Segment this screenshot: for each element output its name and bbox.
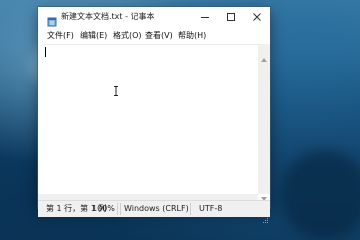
text-editor[interactable] xyxy=(44,44,258,195)
status-divider xyxy=(190,203,191,215)
notepad-window[interactable]: 新建文本文档.txt - 记事本 文件(F) 编辑(E) 格式(O) 查看(V)… xyxy=(38,7,270,223)
menu-help[interactable]: 帮助(H) xyxy=(178,31,206,41)
menu-file[interactable]: 文件(F) xyxy=(47,31,74,41)
close-icon xyxy=(252,12,262,22)
menu-bar: 文件(F) 编辑(E) 格式(O) 查看(V) 帮助(H) xyxy=(38,28,270,44)
vertical-scrollbar[interactable] xyxy=(258,44,270,201)
menu-view[interactable]: 查看(V) xyxy=(145,31,173,41)
minimize-button[interactable] xyxy=(192,7,218,27)
maximize-icon xyxy=(226,12,236,22)
notepad-icon xyxy=(47,12,57,27)
menu-format[interactable]: 格式(O) xyxy=(113,31,142,41)
desktop-shadow xyxy=(280,150,360,240)
status-line-ending: Windows (CRLF) xyxy=(124,204,189,213)
title-bar[interactable]: 新建文本文档.txt - 记事本 xyxy=(38,7,270,27)
close-button[interactable] xyxy=(244,7,270,27)
status-divider xyxy=(117,203,118,215)
status-bar: 第 1 行，第 1 列 100% Windows (CRLF) UTF-8 xyxy=(38,200,270,217)
scroll-up-icon[interactable] xyxy=(261,47,267,66)
maximize-button[interactable] xyxy=(218,7,244,27)
minimize-icon xyxy=(200,12,210,22)
text-cursor-icon xyxy=(113,81,119,100)
text-caret xyxy=(45,47,46,57)
status-encoding: UTF-8 xyxy=(199,204,223,213)
status-divider xyxy=(120,203,121,215)
window-title: 新建文本文档.txt - 记事本 xyxy=(61,12,155,21)
resize-grip-icon[interactable] xyxy=(262,209,269,228)
status-zoom: 100% xyxy=(92,204,115,213)
menu-edit[interactable]: 编辑(E) xyxy=(80,31,107,41)
